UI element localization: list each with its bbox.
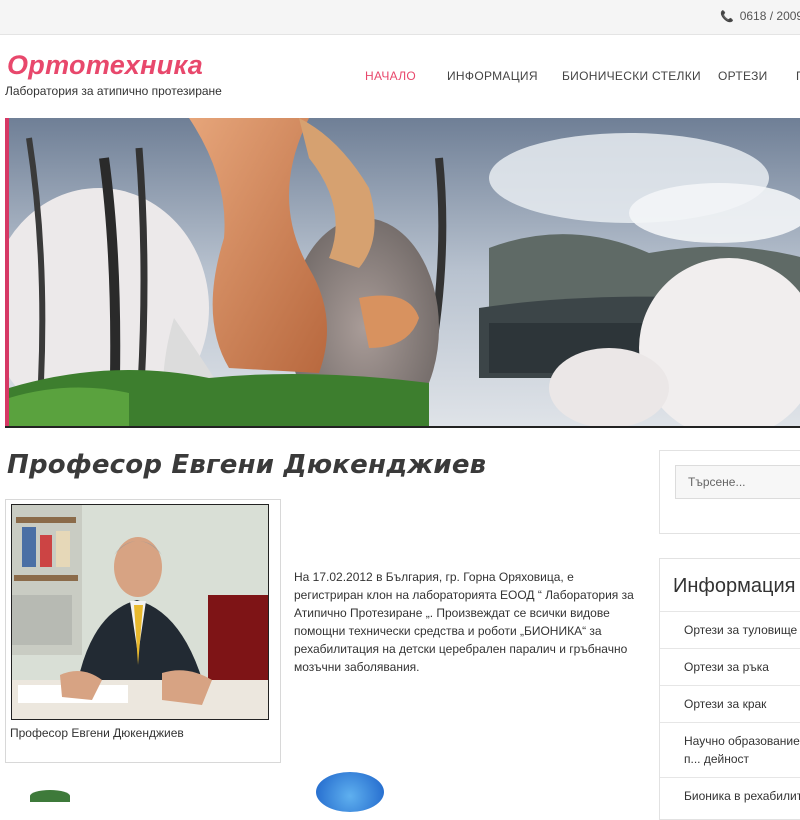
nav-item-bionic-insoles[interactable]: Бионически стелки	[562, 69, 701, 83]
professor-photo-image	[12, 505, 268, 719]
hero-banner-image	[9, 118, 800, 426]
site-tagline: Лаборатория за атипично протезиране	[5, 84, 222, 98]
nav-item-more[interactable]: П	[796, 69, 800, 83]
article-body: На 17.02.2012 в България, гр. Горна Орях…	[294, 570, 634, 674]
search-input[interactable]	[675, 465, 800, 499]
nav-item-information[interactable]: Информация	[447, 69, 538, 83]
photo-figure: Професор Евгени Дюкенджиев	[5, 499, 281, 763]
hero-banner	[5, 118, 800, 426]
phone-icon: 📞	[720, 11, 734, 23]
phone-contact[interactable]: 📞 0618 / 2009	[720, 9, 800, 23]
partner-logo-green	[30, 790, 70, 802]
hero-divider	[5, 426, 800, 428]
top-bar: 📞 0618 / 2009	[0, 0, 800, 35]
nav-item-home[interactable]: Начало	[365, 69, 416, 83]
main-nav: Начало Информация Бионически стелки Орте…	[0, 69, 800, 85]
phone-number: 0618 / 2009	[739, 9, 800, 23]
info-list: Ортези за туловище Ортези за ръка Ортези…	[660, 611, 800, 814]
list-item[interactable]: Научно образование, п... дейност	[660, 722, 800, 777]
search-widget	[659, 450, 800, 534]
list-item[interactable]: Бионика в рехабилитация	[660, 777, 800, 814]
globe-logo	[316, 772, 384, 812]
list-item[interactable]: Ортези за ръка	[660, 648, 800, 685]
professor-photo[interactable]	[11, 504, 269, 720]
list-item[interactable]: Ортези за крак	[660, 685, 800, 722]
info-widget-title: Информация	[673, 575, 796, 597]
page-title: Професор Евгени Дюкенджиев	[7, 450, 487, 480]
nav-item-orthoses[interactable]: Ортези	[718, 69, 768, 83]
photo-caption: Професор Евгени Дюкенджиев	[10, 726, 184, 740]
list-item[interactable]: Ортези за туловище	[660, 611, 800, 648]
info-widget: Информация Ортези за туловище Ортези за …	[659, 558, 800, 820]
